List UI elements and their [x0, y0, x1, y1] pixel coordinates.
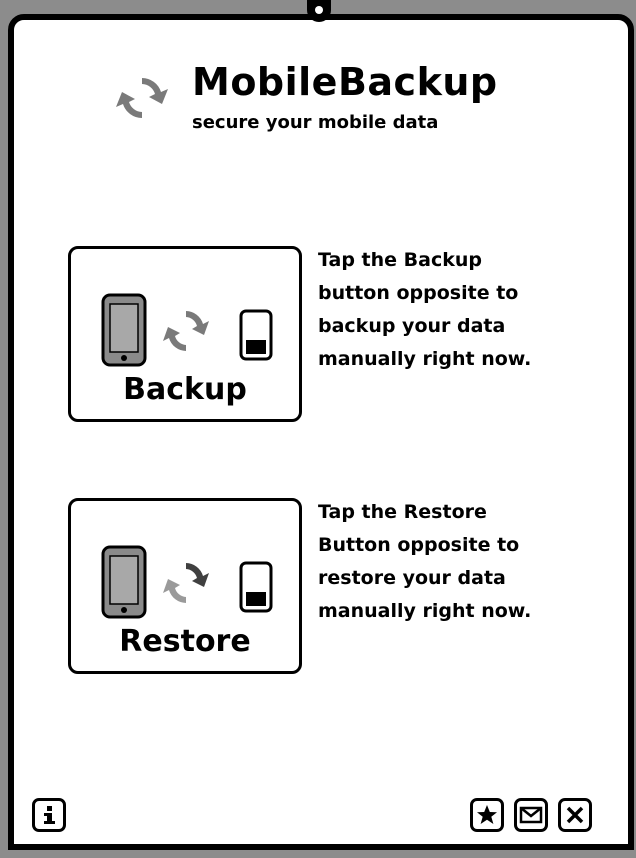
sync-icon	[163, 311, 209, 351]
app-title: MobileBackup	[192, 60, 498, 104]
app-subtitle: secure your mobile data	[192, 112, 439, 133]
sync-icon	[163, 563, 209, 603]
restore-button[interactable]: Restore	[68, 498, 302, 674]
backup-label: Backup	[123, 372, 247, 407]
large-device-icon	[101, 293, 147, 367]
app-window: MobileBackup secure your mobile data Bac…	[8, 14, 634, 850]
small-device-icon	[239, 561, 273, 613]
info-button[interactable]	[32, 798, 66, 832]
large-device-icon	[101, 545, 147, 619]
mail-button[interactable]	[514, 798, 548, 832]
restore-graphic	[101, 545, 273, 619]
sync-icon	[116, 78, 168, 118]
restore-label: Restore	[119, 624, 251, 659]
star-icon	[477, 805, 497, 824]
info-icon	[44, 806, 55, 824]
backup-button[interactable]: Backup	[68, 246, 302, 422]
backup-graphic	[101, 293, 273, 367]
restore-description: Tap the Restore Button opposite to resto…	[318, 501, 532, 622]
close-button[interactable]	[558, 798, 592, 832]
close-icon	[566, 806, 584, 824]
small-device-icon	[239, 309, 273, 361]
app-header: MobileBackup secure your mobile data	[112, 60, 572, 150]
favorite-button[interactable]	[470, 798, 504, 832]
envelope-icon	[519, 806, 543, 824]
backup-description: Tap the Backup button opposite to backup…	[318, 249, 532, 370]
